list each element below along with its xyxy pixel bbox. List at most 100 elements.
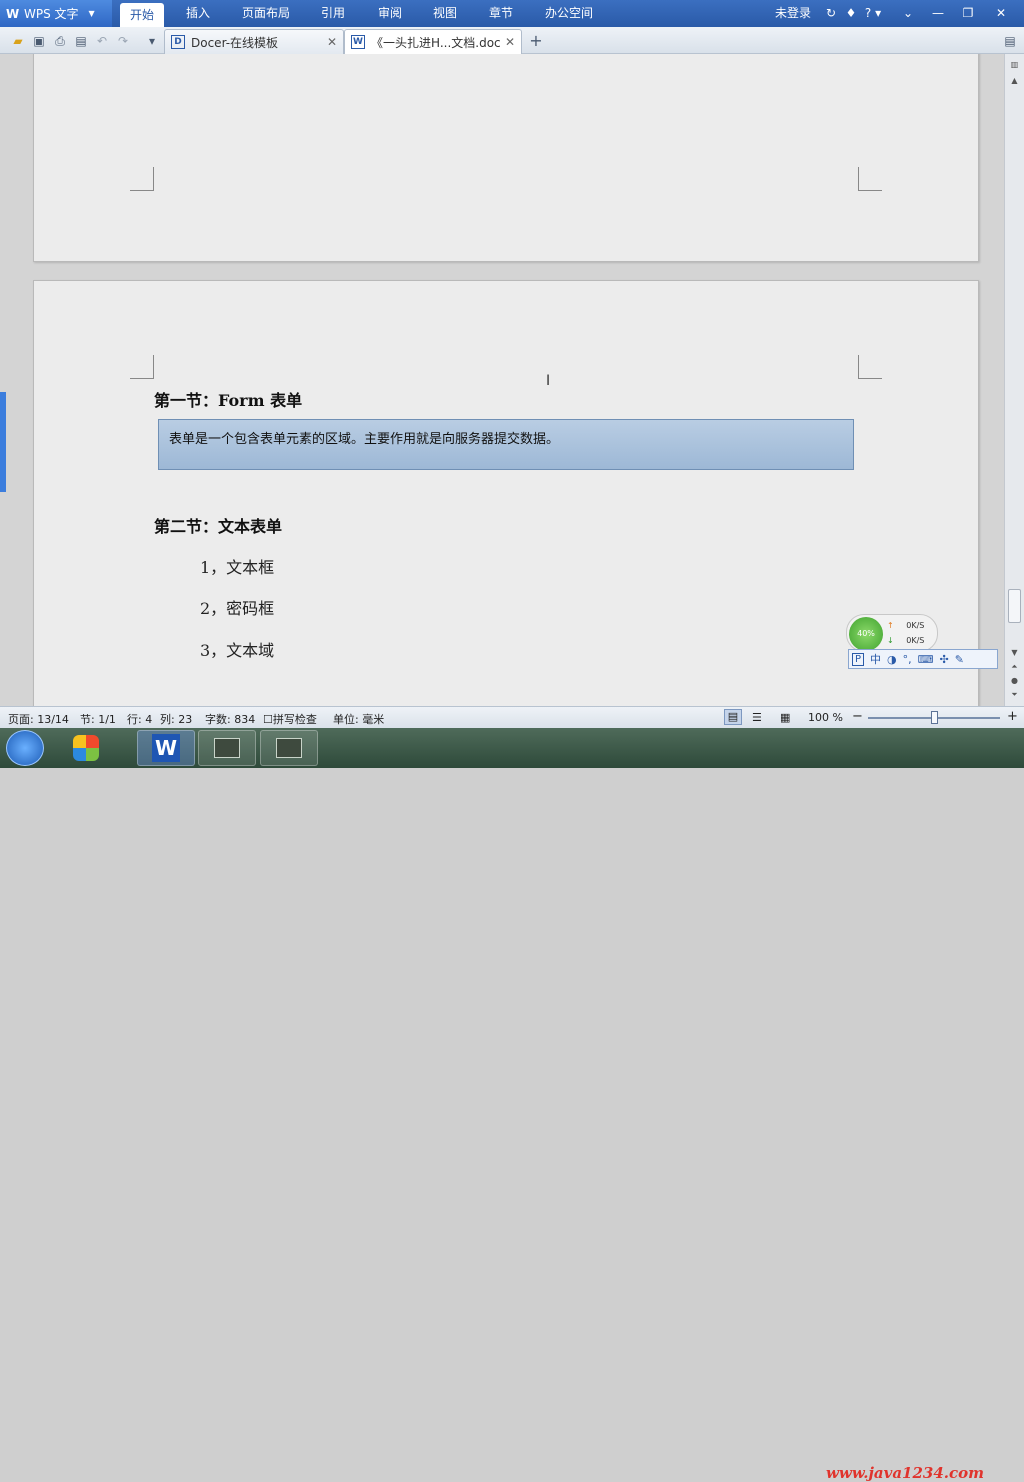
panel-icon[interactable]: ▥ bbox=[1005, 58, 1024, 72]
outline-view-icon[interactable]: ☰ bbox=[752, 711, 762, 724]
save-icon[interactable]: ▣ bbox=[31, 33, 47, 49]
docer-icon: D bbox=[171, 35, 185, 49]
tab-bar: ▰ ▣ ⎙ ▤ ↶ ↷ ▾ D Docer-在线模板 ✕ W 《一头扎进H...… bbox=[0, 27, 1024, 54]
ime-tools-icon[interactable]: ✣ bbox=[940, 653, 949, 666]
start-button[interactable] bbox=[6, 730, 44, 766]
watermark-text: www.java1234.com bbox=[826, 1464, 985, 1482]
prev-page-icon[interactable]: ⏶ bbox=[1005, 660, 1024, 674]
select-browse-icon[interactable]: ● bbox=[1005, 674, 1024, 688]
section-heading[interactable]: 第二节：文本表单 bbox=[154, 513, 282, 537]
ime-toolbar[interactable]: P 中 ◑ °, ⌨ ✣ ✎ bbox=[848, 649, 998, 669]
arrow-down-icon: ↓ bbox=[887, 636, 894, 645]
open-folder-icon[interactable]: ▰ bbox=[10, 33, 26, 49]
section-indicator: 节: 1/1 bbox=[80, 713, 116, 726]
tab-docer-templates[interactable]: D Docer-在线模板 ✕ bbox=[164, 29, 344, 54]
tab-menu-icon[interactable]: ▤ bbox=[1002, 33, 1018, 49]
page-view-icon[interactable]: ▤ bbox=[724, 709, 742, 725]
scroll-up-icon[interactable]: ▲ bbox=[1005, 74, 1024, 88]
status-bar: 页面: 13/14 节: 1/1 行: 4 列: 23 字数: 834 ☐拼写检… bbox=[0, 706, 1024, 728]
close-tab-icon[interactable]: ✕ bbox=[327, 35, 337, 49]
new-tab-button[interactable]: + bbox=[528, 33, 544, 49]
document-page-current[interactable]: 第一节：Form 表单 表单是一个包含表单元素的区域。主要作用就是向服务器提交数… bbox=[33, 280, 979, 706]
print-preview-icon[interactable]: ▤ bbox=[73, 33, 89, 49]
minimize-icon[interactable]: — bbox=[925, 0, 951, 27]
menu-chapter[interactable]: 章节 bbox=[489, 0, 513, 27]
quick-access-dropdown-icon[interactable]: ▾ bbox=[144, 33, 160, 49]
undo-icon[interactable]: ↶ bbox=[94, 33, 110, 49]
tab-label: Docer-在线模板 bbox=[191, 35, 279, 50]
section-heading[interactable]: 第一节：Form 表单 bbox=[154, 387, 302, 411]
highlighted-paragraph[interactable]: 表单是一个包含表单元素的区域。主要作用就是向服务器提交数据。 bbox=[158, 419, 854, 470]
document-area[interactable]: 第一节：Form 表单 表单是一个包含表单元素的区域。主要作用就是向服务器提交数… bbox=[0, 54, 1004, 706]
next-page-icon[interactable]: ⏷ bbox=[1005, 688, 1024, 702]
ime-mode-toggle[interactable]: 中 bbox=[870, 651, 881, 667]
tab-document[interactable]: W 《一头扎进H...文档.doc ✕ bbox=[344, 29, 522, 54]
menu-view[interactable]: 视图 bbox=[433, 0, 457, 27]
login-link[interactable]: 未登录 bbox=[775, 0, 811, 27]
word-doc-icon: W bbox=[351, 35, 365, 49]
redo-icon[interactable]: ↷ bbox=[115, 33, 131, 49]
menu-references[interactable]: 引用 bbox=[321, 0, 345, 27]
keyboard-icon[interactable]: ⌨ bbox=[918, 653, 934, 666]
scroll-thumb[interactable] bbox=[1008, 589, 1021, 623]
margin-mark bbox=[858, 167, 882, 191]
arrow-up-icon: ↑ bbox=[887, 621, 894, 630]
margin-mark bbox=[130, 355, 154, 379]
web-view-icon[interactable]: ▦ bbox=[780, 711, 790, 724]
half-width-icon[interactable]: ◑ bbox=[887, 653, 897, 666]
punctuation-icon[interactable]: °, bbox=[903, 653, 912, 666]
scroll-down-icon[interactable]: ▼ bbox=[1005, 646, 1024, 660]
chevron-down-icon: ▼ bbox=[88, 9, 95, 18]
print-icon[interactable]: ⎙ bbox=[52, 33, 68, 49]
wps-app-icon: W bbox=[152, 734, 180, 762]
menu-page-layout[interactable]: 页面布局 bbox=[242, 0, 290, 27]
ime-logo-icon[interactable]: P bbox=[852, 652, 865, 666]
menu-insert[interactable]: 插入 bbox=[186, 0, 210, 27]
window-app-icon bbox=[214, 738, 240, 758]
restore-icon[interactable]: ❐ bbox=[955, 0, 981, 27]
taskbar-wps-button[interactable]: W bbox=[137, 730, 195, 766]
ribbon-collapse-icon[interactable]: ⌄ bbox=[895, 0, 921, 27]
memory-usage-badge: 40% bbox=[849, 617, 883, 651]
document-page-previous[interactable] bbox=[33, 54, 979, 262]
vertical-scrollbar[interactable]: ▥ ▲ ▼ ⏶ ● ⏷ bbox=[1004, 54, 1024, 706]
text-cursor-icon: I bbox=[546, 373, 551, 389]
side-panel-toggle[interactable] bbox=[0, 392, 6, 492]
app-menu-button[interactable]: W WPS 文字 ▼ bbox=[0, 0, 112, 27]
list-item[interactable]: 2，密码框 bbox=[200, 595, 274, 619]
close-window-icon[interactable]: ✕ bbox=[988, 0, 1014, 27]
recorder-app-icon bbox=[276, 738, 302, 758]
zoom-slider-thumb[interactable] bbox=[931, 711, 938, 724]
close-tab-icon[interactable]: ✕ bbox=[505, 35, 515, 49]
windows-taskbar: W www.java1234.com bbox=[0, 728, 1024, 1482]
page-indicator[interactable]: 页面: 13/14 bbox=[8, 711, 69, 727]
help-button[interactable]: ? ▾ bbox=[860, 0, 886, 27]
tab-label: 《一头扎进H...文档.doc bbox=[371, 35, 501, 50]
wps-logo-icon: W bbox=[6, 6, 20, 21]
wrench-icon[interactable]: ✎ bbox=[955, 653, 964, 666]
word-count[interactable]: 字数: 834 bbox=[205, 711, 255, 727]
zoom-level[interactable]: 100 % bbox=[808, 711, 843, 724]
app-title: WPS 文字 bbox=[24, 7, 79, 21]
list-item[interactable]: 3，文本域 bbox=[200, 637, 274, 661]
upload-rate: ↑ 0K/S bbox=[887, 621, 925, 630]
list-item[interactable]: 1，文本框 bbox=[200, 554, 274, 578]
checkbox-icon: ☐ bbox=[263, 713, 273, 726]
spell-check-toggle[interactable]: ☐拼写检查 bbox=[263, 711, 317, 727]
network-speed-widget[interactable]: 40% ↑ 0K/S ↓ 0K/S bbox=[846, 614, 938, 652]
zoom-out-button[interactable]: − bbox=[852, 709, 863, 724]
unit-indicator[interactable]: 单位: 毫米 bbox=[333, 711, 384, 727]
taskbar-app-button[interactable] bbox=[198, 730, 256, 766]
margin-mark bbox=[130, 167, 154, 191]
menu-review[interactable]: 审阅 bbox=[378, 0, 402, 27]
column-indicator: 列: 23 bbox=[160, 713, 193, 726]
colorful-app-icon bbox=[73, 735, 99, 761]
zoom-in-button[interactable]: + bbox=[1007, 709, 1018, 724]
margin-mark bbox=[858, 355, 882, 379]
help-icon: ? bbox=[864, 6, 872, 20]
pinned-app-icon[interactable] bbox=[64, 730, 108, 766]
menu-office-space[interactable]: 办公空间 bbox=[545, 0, 593, 27]
row-indicator: 行: 4 bbox=[127, 713, 153, 726]
taskbar-app-button[interactable] bbox=[260, 730, 318, 766]
menu-home[interactable]: 开始 bbox=[120, 3, 165, 27]
